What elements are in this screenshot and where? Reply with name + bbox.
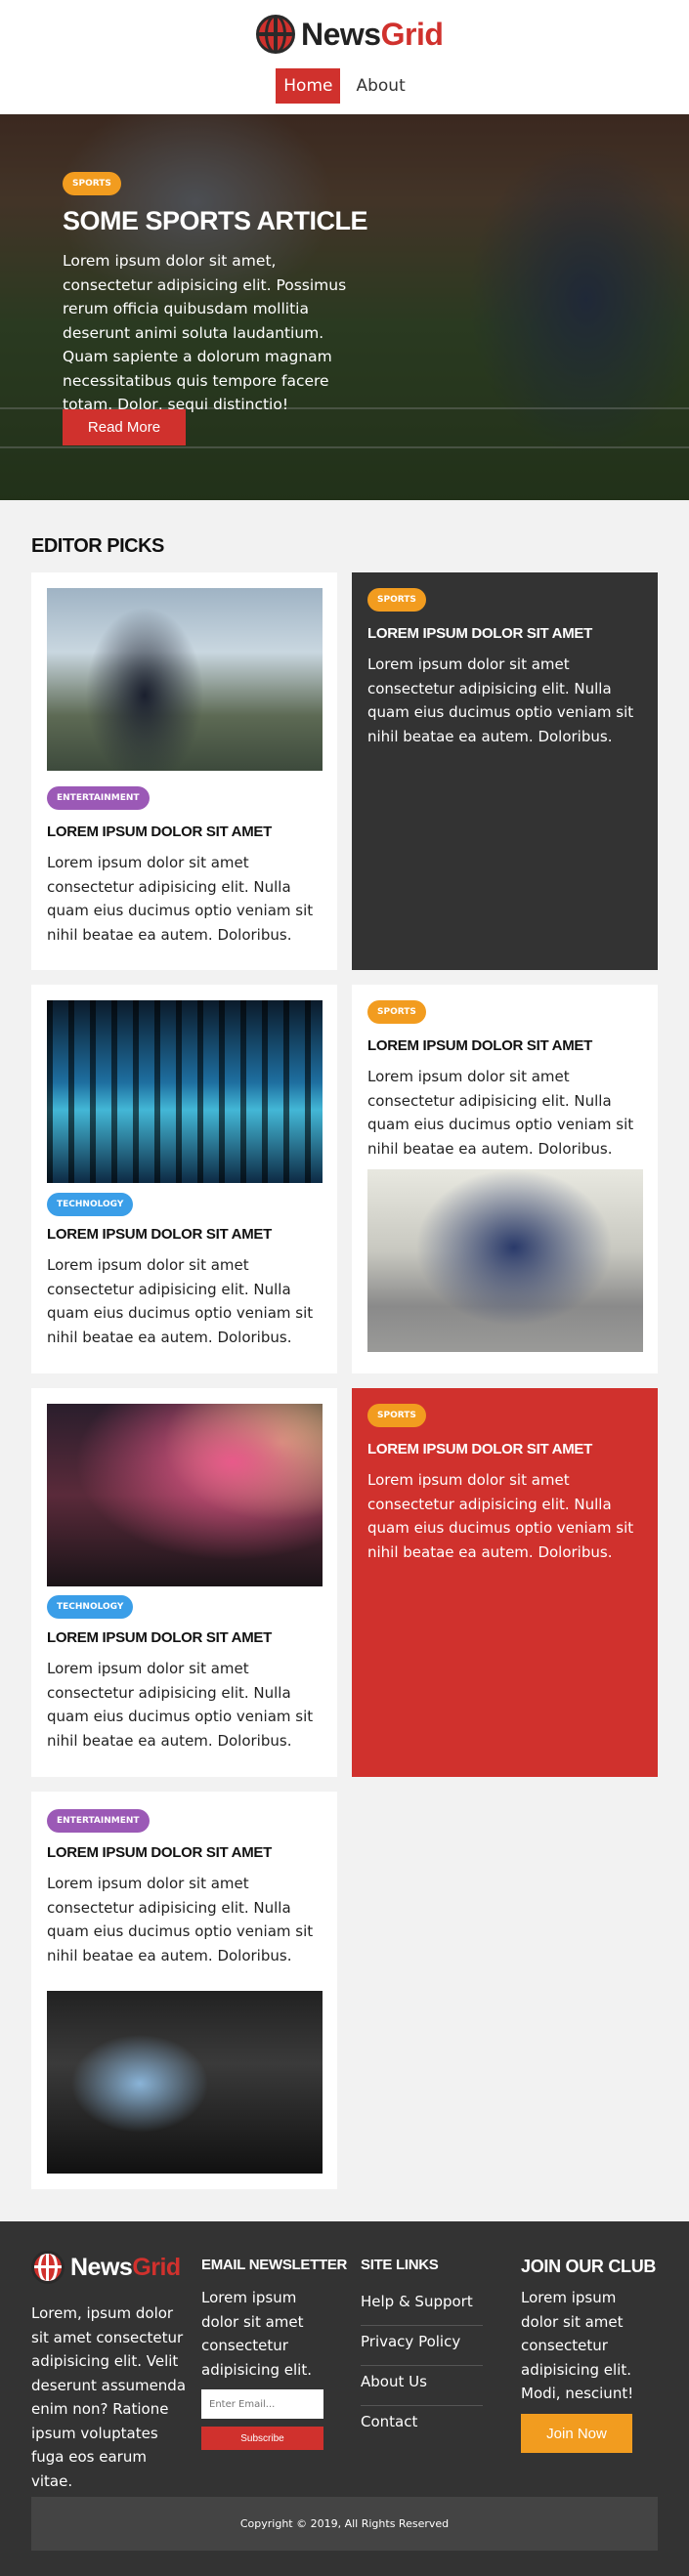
join-club-heading: JOIN OUR CLUB <box>521 2257 657 2276</box>
article-title[interactable]: LOREM IPSUM DOLOR SIT AMET <box>47 823 272 840</box>
nav-home[interactable]: Home <box>276 68 341 104</box>
copyright-bar: Copyright © 2019, All Rights Reserved <box>31 2497 658 2551</box>
footer-about-text: Lorem, ipsum dolor sit amet consectetur … <box>31 2304 187 2490</box>
editor-picks-heading: EDITOR PICKS <box>31 535 164 557</box>
article-excerpt: Lorem ipsum dolor sit amet consectetur a… <box>47 1256 314 1346</box>
globe-icon <box>31 2251 65 2284</box>
article-excerpt: Lorem ipsum dolor sit amet consectetur a… <box>367 655 634 745</box>
article-card[interactable]: SPORTS LOREM IPSUM DOLOR SIT AMET Lorem … <box>352 572 658 970</box>
article-card[interactable]: ENTERTAINMENT LOREM IPSUM DOLOR SIT AMET… <box>31 1792 337 2189</box>
site-logo[interactable]: NewsGrid <box>256 14 444 55</box>
hero-banner: SPORTS SOME SPORTS ARTICLE Lorem ipsum d… <box>0 114 689 500</box>
article-card[interactable]: SPORTS LOREM IPSUM DOLOR SIT AMET Lorem … <box>352 985 658 1373</box>
join-now-button[interactable]: Join Now <box>521 2414 632 2453</box>
footer-link-about[interactable]: About Us <box>361 2366 483 2406</box>
vr-headset-image <box>47 588 323 771</box>
category-tag[interactable]: SPORTS <box>367 1404 426 1427</box>
footer-logo-text: NewsGrid <box>70 2253 181 2281</box>
article-title[interactable]: LOREM IPSUM DOLOR SIT AMET <box>367 1037 592 1054</box>
footer-link-contact[interactable]: Contact <box>361 2406 483 2446</box>
logo-text: NewsGrid <box>301 16 444 52</box>
nav-about[interactable]: About <box>348 68 412 104</box>
newsletter-text: Lorem ipsum dolor sit amet consectetur a… <box>201 2289 312 2379</box>
laptop-keyboard-image <box>47 1404 323 1586</box>
hero-title: SOME SPORTS ARTICLE <box>63 206 368 235</box>
server-rack-image <box>47 1000 323 1183</box>
hero-excerpt: Lorem ipsum dolor sit amet, consectetur … <box>63 252 347 413</box>
category-tag[interactable]: ENTERTAINMENT <box>47 786 150 810</box>
article-excerpt: Lorem ipsum dolor sit amet consectetur a… <box>367 1471 634 1561</box>
article-title[interactable]: LOREM IPSUM DOLOR SIT AMET <box>367 625 592 642</box>
video-camera-image <box>47 1991 323 2174</box>
cyclists-image <box>367 1169 643 1352</box>
newsletter-email-input[interactable] <box>201 2389 323 2419</box>
article-excerpt: Lorem ipsum dolor sit amet consectetur a… <box>47 1875 314 1964</box>
article-card[interactable]: TECHNOLOGY LOREM IPSUM DOLOR SIT AMET Lo… <box>31 1388 337 1777</box>
article-card[interactable]: TECHNOLOGY LOREM IPSUM DOLOR SIT AMET Lo… <box>31 985 337 1373</box>
article-title[interactable]: LOREM IPSUM DOLOR SIT AMET <box>367 1441 592 1457</box>
footer-link-help[interactable]: Help & Support <box>361 2286 483 2326</box>
article-title[interactable]: LOREM IPSUM DOLOR SIT AMET <box>47 1629 272 1646</box>
footer-link-privacy[interactable]: Privacy Policy <box>361 2326 483 2366</box>
article-title[interactable]: LOREM IPSUM DOLOR SIT AMET <box>47 1844 272 1861</box>
join-club-text: Lorem ipsum dolor sit amet consectetur a… <box>521 2289 634 2402</box>
article-excerpt: Lorem ipsum dolor sit amet consectetur a… <box>47 1660 314 1750</box>
subscribe-button[interactable]: Subscribe <box>201 2427 323 2450</box>
article-card[interactable]: ENTERTAINMENT LOREM IPSUM DOLOR SIT AMET… <box>31 572 337 970</box>
article-excerpt: Lorem ipsum dolor sit amet consectetur a… <box>47 854 314 944</box>
site-links-list: Help & Support Privacy Policy About Us C… <box>361 2286 483 2446</box>
site-links-heading: SITE LINKS <box>361 2257 439 2273</box>
footer-logo[interactable]: NewsGrid <box>31 2251 181 2284</box>
globe-icon <box>256 15 295 54</box>
site-footer: NewsGrid Lorem, ipsum dolor sit amet con… <box>0 2221 689 2576</box>
category-tag[interactable]: SPORTS <box>367 1000 426 1024</box>
article-excerpt: Lorem ipsum dolor sit amet consectetur a… <box>367 1068 634 1158</box>
main-nav: Home About <box>0 68 689 104</box>
article-title[interactable]: LOREM IPSUM DOLOR SIT AMET <box>47 1226 272 1243</box>
newsletter-heading: EMAIL NEWSLETTER <box>201 2257 348 2273</box>
category-tag[interactable]: SPORTS <box>367 588 426 612</box>
site-header: NewsGrid Home About <box>0 0 689 114</box>
article-card[interactable]: SPORTS LOREM IPSUM DOLOR SIT AMET Lorem … <box>352 1388 658 1777</box>
category-tag[interactable]: TECHNOLOGY <box>47 1193 134 1216</box>
read-more-button[interactable]: Read More <box>63 409 186 445</box>
hero-category-tag[interactable]: SPORTS <box>63 172 121 195</box>
category-tag[interactable]: TECHNOLOGY <box>47 1595 134 1619</box>
category-tag[interactable]: ENTERTAINMENT <box>47 1809 150 1833</box>
